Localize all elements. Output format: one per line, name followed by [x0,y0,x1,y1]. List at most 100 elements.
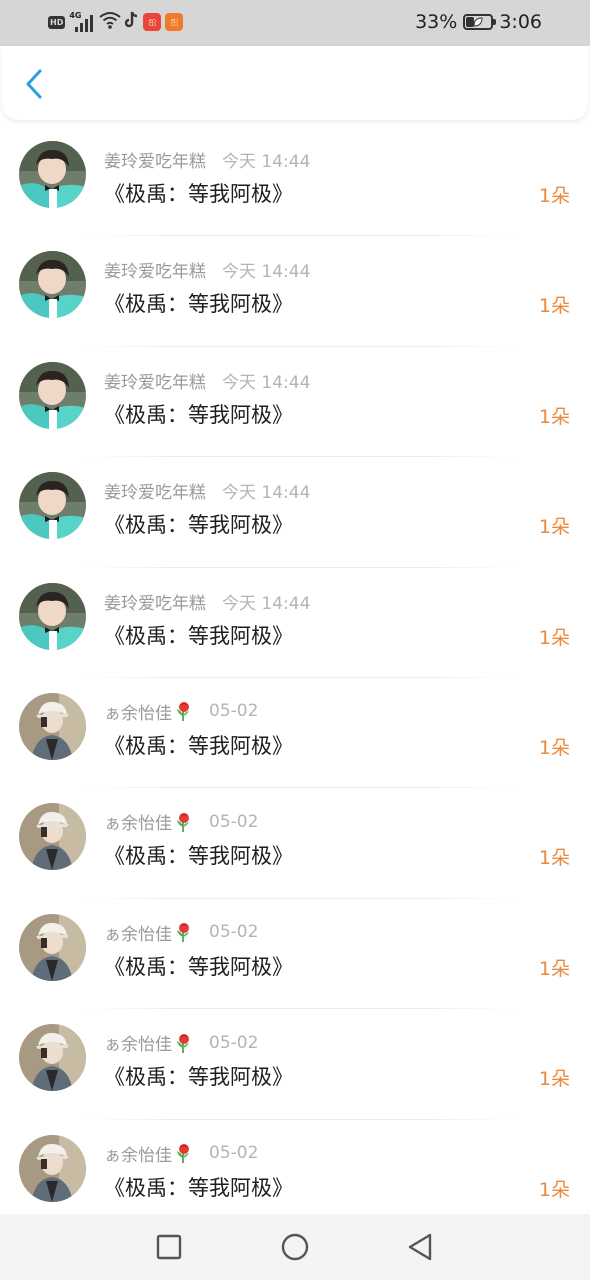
user-name: ぁ余怡佳 [104,814,172,835]
list-item[interactable]: ぁ余怡佳 05-02 《极禹：等我阿极》 1朵 [0,678,590,789]
flower-count[interactable]: 1朵 [539,623,570,650]
flower-icon [177,812,189,832]
item-time: 05-02 [209,922,259,943]
avatar[interactable] [19,251,86,319]
avatar-image [19,913,86,981]
user-name: ぁ余怡佳 [104,924,172,945]
avatar-image [19,1024,86,1092]
user-name: ぁ余怡佳 [104,1145,172,1166]
avatar[interactable] [19,803,86,871]
battery-percent: 33% [415,11,458,33]
avatar-image [19,1134,86,1202]
list-item[interactable]: 姜玲爱吃年糕 今天 14:44 《极禹：等我阿极》 1朵 [0,347,590,458]
user-name: 姜玲爱吃年糕 [104,483,206,504]
avatar[interactable] [19,141,86,208]
tiktok-icon [125,11,139,33]
item-time: 今天 14:44 [222,593,311,614]
user-name: ぁ余怡佳 [104,703,172,724]
hd-icon: HD [48,15,66,29]
flower-icon [177,1033,189,1053]
back-triangle-icon [408,1233,432,1261]
item-title: 《极禹：等我阿极》 [104,402,293,427]
flower-count[interactable]: 1朵 [539,1064,570,1091]
flower-count[interactable]: 1朵 [539,843,570,870]
avatar-image [19,803,86,871]
list-item[interactable]: 姜玲爱吃年糕 今天 14:44 《极禹：等我阿极》 1朵 [0,236,590,347]
item-title: 《极禹：等我阿极》 [104,733,293,758]
list-item[interactable]: 姜玲爱吃年糕 今天 14:44 《极禹：等我阿极》 1朵 [0,126,590,237]
avatar[interactable] [19,692,86,760]
item-title: 《极禹：等我阿极》 [104,954,293,979]
item-meta: 姜玲爱吃年糕 今天 14:44 [104,478,310,503]
home-button[interactable] [279,1231,311,1263]
item-meta: 姜玲爱吃年糕 今天 14:44 [104,368,310,393]
user-name: 姜玲爱吃年糕 [104,593,206,614]
avatar[interactable] [19,1134,86,1202]
user-name: ぁ余怡佳 [104,1035,172,1056]
status-bar: HD 4G ஐ ஐ 33% 3:06 [0,0,590,46]
item-title: 《极禹：等我阿极》 [104,182,293,206]
system-nav-bar [0,1214,590,1280]
wifi-icon [99,11,121,33]
flower-icon [177,1144,189,1164]
item-time: 05-02 [209,701,259,722]
signal-icon: 4G [69,11,95,32]
flower-count[interactable]: 1朵 [539,733,570,760]
app-notification-icon: ஐ [165,13,184,31]
chevron-left-icon [26,69,42,99]
list-item[interactable]: ぁ余怡佳 05-02 《极禹：等我阿极》 1朵 [0,1009,590,1120]
avatar-image [19,141,86,208]
recents-square-icon [156,1234,182,1260]
nav-bar [2,46,588,120]
flower-count[interactable]: 1朵 [539,954,570,981]
item-meta: ぁ余怡佳 05-02 [104,699,258,724]
flower-count[interactable]: 1朵 [539,291,570,318]
list-item[interactable]: 姜玲爱吃年糕 今天 14:44 《极禹：等我阿极》 1朵 [0,568,590,678]
leaf-icon [473,17,483,27]
user-name: 姜玲爱吃年糕 [104,372,206,393]
avatar-image [19,582,86,650]
item-meta: 姜玲爱吃年糕 今天 14:44 [104,257,310,282]
avatar[interactable] [19,582,86,650]
flower-count[interactable]: 1朵 [539,181,570,208]
item-time: 今天 14:44 [222,483,311,504]
item-title: 《极禹：等我阿极》 [104,623,293,648]
item-meta: ぁ余怡佳 05-02 [104,920,258,945]
user-name: 姜玲爱吃年糕 [104,152,206,172]
item-meta: ぁ余怡佳 05-02 [104,809,259,835]
item-meta: ぁ余怡佳 05-02 [104,1030,259,1056]
back-button[interactable] [16,66,52,102]
list-item[interactable]: 姜玲爱吃年糕 今天 14:44 《极禹：等我阿极》 1朵 [0,457,590,568]
item-time: 05-02 [209,1032,259,1053]
list-item[interactable]: ぁ余怡佳 05-02 《极禹：等我阿极》 1朵 [0,788,590,899]
avatar[interactable] [19,913,86,981]
item-time: 05-02 [209,1143,259,1164]
recents-button[interactable] [153,1231,185,1263]
user-name: 姜玲爱吃年糕 [104,262,206,283]
flower-count[interactable]: 1朵 [539,1175,570,1202]
flower-icon [177,702,189,722]
flower-count[interactable]: 1朵 [539,402,570,429]
avatar-image [19,692,86,760]
item-title: 《极禹：等我阿极》 [104,513,293,538]
item-meta: ぁ余怡佳 05-02 [104,1141,258,1166]
avatar[interactable] [19,472,86,540]
avatar[interactable] [19,361,86,429]
status-bar-left: HD 4G ஐ ஐ [48,10,184,34]
flower-count[interactable]: 1朵 [539,512,570,539]
flower-icon [177,923,189,943]
avatar-image [19,472,86,540]
item-title: 《极禹：等我阿极》 [104,1065,293,1090]
system-back-button[interactable] [404,1231,436,1263]
item-meta: 姜玲爱吃年糕 今天 14:44 [104,147,310,172]
clock: 3:06 [499,11,542,33]
item-time: 今天 14:44 [222,262,311,283]
status-bar-right: 33% 3:06 [415,10,542,34]
avatar-image [19,251,86,319]
avatar[interactable] [19,1024,86,1092]
item-title: 《极禹：等我阿极》 [104,844,293,869]
list-item[interactable]: ぁ余怡佳 05-02 《极禹：等我阿极》 1朵 [0,899,590,1010]
app-notification-icon: ஐ [143,13,162,31]
battery-icon [463,14,497,30]
item-time: 05-02 [209,811,259,832]
